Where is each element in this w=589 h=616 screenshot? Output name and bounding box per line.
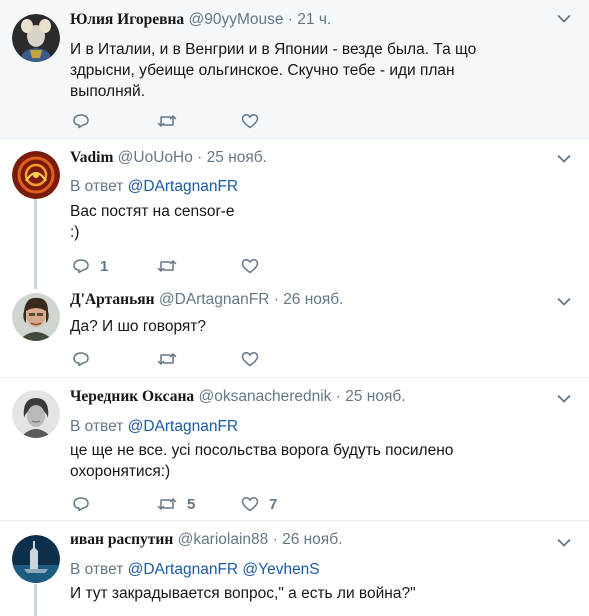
chevron-down-icon[interactable] <box>557 538 571 548</box>
timestamp[interactable]: 21 ч. <box>297 11 331 28</box>
reply-count: 1 <box>100 257 109 275</box>
reply-button[interactable]: 1 <box>72 256 108 276</box>
tweet-text-line: Да? И шо говорят? <box>70 318 207 335</box>
heart-icon <box>241 351 259 367</box>
chevron-down-icon[interactable] <box>557 297 571 307</box>
user-handle[interactable]: @UoUoHo <box>118 149 193 166</box>
display-name[interactable]: иван распутин <box>70 531 173 548</box>
separator-dot: · <box>273 291 279 308</box>
replying-to: В ответ @DArtagnanFR @YevhenS <box>70 560 320 580</box>
heart-icon <box>241 496 259 512</box>
tweet-header: Юлия Игоревна @90yyMouse · 21 ч. <box>70 10 331 30</box>
like-button[interactable] <box>241 111 269 131</box>
retweet-icon <box>157 258 177 274</box>
reply-icon <box>72 496 90 512</box>
tweet[interactable]: Vadim @UoUoHo · 25 нояб. В ответ @DArtag… <box>0 139 589 285</box>
tweet[interactable]: Д'Артаньян @DArtagnanFR · 26 нояб. Да? И… <box>0 285 589 378</box>
tweet-text: Вас постят на censor-e :) <box>70 201 510 243</box>
replying-to-handle[interactable]: @DArtagnanFR <box>128 178 239 195</box>
replying-to-label: В ответ <box>70 418 124 435</box>
tweet-header: Vadim @UoUoHo · 25 нояб. <box>70 148 267 168</box>
display-name[interactable]: Чередник Оксана <box>70 388 194 405</box>
tweet-text-line: выполняй. <box>70 83 146 100</box>
user-handle[interactable]: @oksanacherednik <box>198 388 331 405</box>
reply-button[interactable] <box>72 349 100 369</box>
tweet[interactable]: Чередник Оксана @oksanacherednik · 25 но… <box>0 378 589 521</box>
retweet-button[interactable] <box>157 111 187 131</box>
like-button[interactable]: 7 <box>241 494 277 514</box>
replying-to-handle[interactable]: @YevhenS <box>242 561 319 578</box>
retweet-button[interactable] <box>157 256 187 276</box>
retweet-count: 5 <box>187 495 196 513</box>
tweet-text: И в Италии, и в Венгрии и в Японии - вез… <box>70 39 510 102</box>
tweet-text-line: це ще не все. усі посольства ворога буду… <box>70 442 454 459</box>
replying-to-label: В ответ <box>70 178 124 195</box>
display-name[interactable]: Д'Артаньян <box>70 291 155 308</box>
timestamp[interactable]: 25 нояб. <box>207 149 267 166</box>
tweet-text-line: И тут закрадывается вопрос," а есть ли в… <box>70 585 416 602</box>
retweet-button[interactable] <box>157 349 187 369</box>
retweet-button[interactable]: 5 <box>157 494 195 514</box>
reply-icon <box>72 351 90 367</box>
timestamp[interactable]: 25 нояб. <box>345 388 405 405</box>
tweet-text-line: Вас постят на censor-e <box>70 203 235 220</box>
tweet-text-line: И в Италии, и в Венгрии и в Японии - вез… <box>70 41 477 58</box>
tweet-header: Д'Артаньян @DArtagnanFR · 26 нояб. <box>70 290 344 310</box>
like-count: 7 <box>269 495 278 513</box>
tweet[interactable]: иван распутин @kariolain88 · 26 нояб. В … <box>0 521 589 616</box>
replying-to-handle[interactable]: @DArtagnanFR <box>128 418 239 435</box>
user-handle[interactable]: @DArtagnanFR <box>159 291 270 308</box>
retweet-icon <box>157 351 177 367</box>
tweet[interactable]: Юлия Игоревна @90yyMouse · 21 ч. И в Ита… <box>0 0 589 139</box>
heart-icon <box>241 113 259 129</box>
replying-to-handle[interactable]: @DArtagnanFR <box>128 561 239 578</box>
timestamp[interactable]: 26 нояб. <box>283 291 343 308</box>
like-button[interactable] <box>241 256 269 276</box>
separator-dot: · <box>287 11 293 28</box>
retweet-icon <box>157 113 177 129</box>
reply-button[interactable] <box>72 111 100 131</box>
reply-icon <box>72 258 90 274</box>
replying-to: В ответ @DArtagnanFR <box>70 417 238 437</box>
tweet-text: Да? И шо говорят? <box>70 316 510 337</box>
avatar[interactable] <box>12 151 60 199</box>
separator-dot: · <box>272 531 278 548</box>
replying-to: В ответ @DArtagnanFR <box>70 177 238 197</box>
tweet-text: це ще не все. усі посольства ворога буду… <box>70 440 510 482</box>
chevron-down-icon[interactable] <box>557 14 571 24</box>
separator-dot: · <box>335 388 341 405</box>
avatar[interactable] <box>12 293 60 341</box>
display-name[interactable]: Юлия Игоревна <box>70 11 184 28</box>
tweet-text-line: здрысни, убеище ольгинское. Скучно тебе … <box>70 62 455 79</box>
user-handle[interactable]: @90yyMouse <box>188 11 283 28</box>
tweet-text-line: :) <box>70 224 80 241</box>
avatar[interactable] <box>12 14 60 62</box>
tweet-text-line: охоронятися:) <box>70 463 171 480</box>
avatar[interactable] <box>12 390 60 438</box>
like-button[interactable] <box>241 349 269 369</box>
chevron-down-icon[interactable] <box>557 154 571 164</box>
heart-icon <box>241 258 259 274</box>
chevron-down-icon[interactable] <box>557 394 571 404</box>
reply-icon <box>72 113 90 129</box>
display-name[interactable]: Vadim <box>70 149 113 166</box>
tweet-header: иван распутин @kariolain88 · 26 нояб. <box>70 530 342 550</box>
tweet-header: Чередник Оксана @oksanacherednik · 25 но… <box>70 387 406 407</box>
avatar[interactable] <box>12 535 60 583</box>
tweet-text: И тут закрадывается вопрос," а есть ли в… <box>70 583 510 604</box>
reply-button[interactable] <box>72 494 100 514</box>
separator-dot: · <box>197 149 203 166</box>
replying-to-label: В ответ <box>70 561 124 578</box>
timestamp[interactable]: 26 нояб. <box>282 531 342 548</box>
retweet-icon <box>157 496 177 512</box>
user-handle[interactable]: @kariolain88 <box>178 531 269 548</box>
